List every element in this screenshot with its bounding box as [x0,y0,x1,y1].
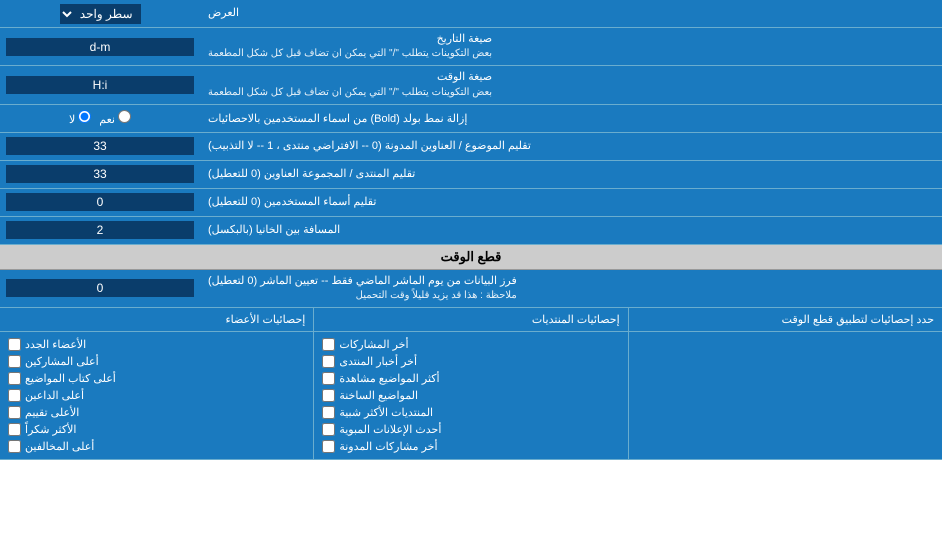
sort-topics-row: تقليم الموضوع / العناوين المدونة (0 -- ا… [0,133,942,161]
space-columns-value [0,217,200,244]
date-format-value [0,28,200,65]
stats-header-row: حدد إحصائيات لتطبيق قطع الوقت إحصائيات ا… [0,308,942,332]
date-format-label: صيغة التاريخ بعض التكوينات يتطلب "/" الت… [200,28,942,65]
time-format-value [0,66,200,103]
cutoff-row: فرز البيانات من يوم الماشر الماضي فقط --… [0,270,942,308]
bold-no-radio[interactable] [78,110,91,123]
stat-members-4-checkbox[interactable] [8,389,21,402]
display-label: العرض [200,0,942,27]
stats-posts-col: أخر المشاركات أخر أخبار المنتدى أكثر الم… [313,332,627,459]
display-row: العرض سطر واحد [0,0,942,28]
stats-members-header: إحصائيات الأعضاء [0,308,313,331]
stat-posts-1-checkbox[interactable] [322,338,335,351]
date-format-input[interactable] [6,38,194,56]
stats-body: أخر المشاركات أخر أخبار المنتدى أكثر الم… [0,332,942,459]
bold-no-label: لا [69,110,91,126]
stat-posts-2-checkbox[interactable] [322,355,335,368]
trim-usernames-input[interactable] [6,193,194,211]
stat-posts-3-checkbox[interactable] [322,372,335,385]
stats-section: حدد إحصائيات لتطبيق قطع الوقت إحصائيات ا… [0,308,942,460]
space-columns-row: المسافة بين الخانيا (بالبكسل) [0,217,942,245]
sort-forum-value [0,161,200,188]
space-columns-label: المسافة بين الخانيا (بالبكسل) [200,217,942,244]
sort-forum-label: تقليم المنتدى / المجموعة العناوين (0 للت… [200,161,942,188]
stats-members-col: الأعضاء الجدد أعلى المشاركين أعلى كتاب ا… [0,332,313,459]
bold-yes-radio[interactable] [118,110,131,123]
sort-forum-row: تقليم المنتدى / المجموعة العناوين (0 للت… [0,161,942,189]
stats-posts-header: إحصائيات المنتديات [313,308,627,331]
stat-posts-6-checkbox[interactable] [322,423,335,436]
bold-yes-label: نعم [99,110,131,126]
stat-posts-3: أكثر المواضيع مشاهدة [322,370,619,387]
sort-topics-label: تقليم الموضوع / العناوين المدونة (0 -- ا… [200,133,942,160]
stat-members-5: الأعلى تقييم [8,404,305,421]
stat-posts-5: المنتديات الأكثر شبية [322,404,619,421]
stat-members-3: أعلى كتاب المواضيع [8,370,305,387]
stat-members-1: الأعضاء الجدد [8,336,305,353]
time-format-input[interactable] [6,76,194,94]
cutoff-value [0,270,200,307]
display-select-container: سطر واحد [0,0,200,27]
trim-usernames-row: تقليم أسماء المستخدمين (0 للتعطيل) [0,189,942,217]
stat-members-7: أعلى المخالفين [8,438,305,455]
stat-members-4: أعلى الداعين [8,387,305,404]
stat-posts-7-checkbox[interactable] [322,440,335,453]
stat-members-3-checkbox[interactable] [8,372,21,385]
space-columns-input[interactable] [6,221,194,239]
display-select[interactable]: سطر واحد [60,4,141,24]
time-format-label: صيغة الوقت بعض التكوينات يتطلب "/" التي … [200,66,942,103]
stat-members-1-checkbox[interactable] [8,338,21,351]
date-format-row: صيغة التاريخ بعض التكوينات يتطلب "/" الت… [0,28,942,66]
stat-posts-2: أخر أخبار المنتدى [322,353,619,370]
time-format-row: صيغة الوقت بعض التكوينات يتطلب "/" التي … [0,66,942,104]
stat-posts-4: المواضيع الساخنة [322,387,619,404]
stat-members-6: الأكثر شكراً [8,421,305,438]
cutoff-label: فرز البيانات من يوم الماشر الماضي فقط --… [200,270,942,307]
sort-topics-value [0,133,200,160]
bold-radio-options: نعم لا [0,105,200,132]
bold-radio-row: إزالة نمط بولد (Bold) من اسماء المستخدمي… [0,105,942,133]
trim-usernames-label: تقليم أسماء المستخدمين (0 للتعطيل) [200,189,942,216]
sort-topics-input[interactable] [6,137,194,155]
stat-posts-7: أخر مشاركات المدونة [322,438,619,455]
cutoff-input[interactable] [6,279,194,297]
sort-forum-input[interactable] [6,165,194,183]
stat-posts-5-checkbox[interactable] [322,406,335,419]
bold-label: إزالة نمط بولد (Bold) من اسماء المستخدمي… [200,105,942,132]
cutoff-header: قطع الوقت [0,245,942,270]
stats-right-header: حدد إحصائيات لتطبيق قطع الوقت [628,308,942,331]
trim-usernames-value [0,189,200,216]
stat-members-5-checkbox[interactable] [8,406,21,419]
stat-members-2-checkbox[interactable] [8,355,21,368]
stat-posts-4-checkbox[interactable] [322,389,335,402]
stat-members-6-checkbox[interactable] [8,423,21,436]
stat-members-2: أعلى المشاركين [8,353,305,370]
stat-posts-6: أحدث الإعلانات المبوية [322,421,619,438]
stat-posts-1: أخر المشاركات [322,336,619,353]
stats-right-col [628,332,942,459]
stat-members-7-checkbox[interactable] [8,440,21,453]
